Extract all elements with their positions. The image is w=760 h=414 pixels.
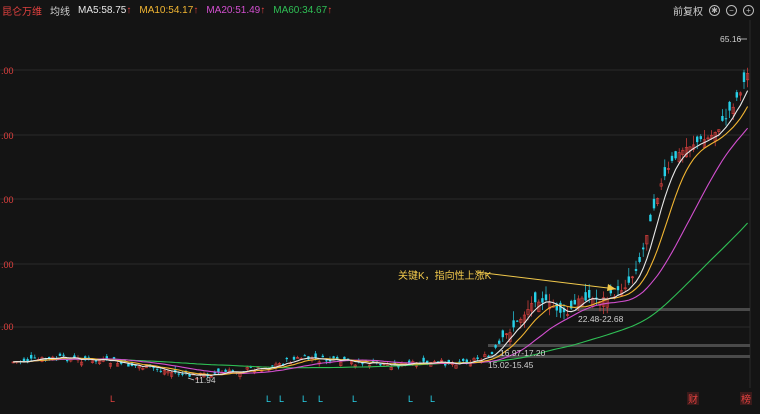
candle-body bbox=[699, 136, 702, 140]
y-axis-ticks: .00 .00 .00 .00 .00 bbox=[1, 66, 14, 332]
low-price-label: 11.94 bbox=[195, 375, 216, 385]
y-tick: .00 bbox=[1, 195, 14, 205]
candle-body bbox=[696, 136, 699, 143]
candle-body bbox=[573, 299, 576, 305]
cai-label: 财 bbox=[688, 393, 698, 406]
candle-body bbox=[271, 365, 274, 367]
candle-body bbox=[444, 363, 447, 366]
candle-body bbox=[649, 214, 652, 222]
candle-body bbox=[501, 330, 504, 338]
candle-body bbox=[588, 290, 591, 298]
candle-body bbox=[379, 363, 382, 366]
zone-label-1: 22.48-22.68 bbox=[578, 314, 624, 324]
candle-body bbox=[609, 290, 612, 294]
candle-body bbox=[652, 198, 656, 209]
candle-body bbox=[674, 151, 677, 159]
candlesticks bbox=[11, 67, 750, 380]
candle-body bbox=[584, 292, 587, 301]
candle-body bbox=[159, 370, 162, 372]
candle-body bbox=[156, 368, 159, 370]
candle-body bbox=[516, 320, 519, 322]
candle-body bbox=[512, 320, 515, 328]
candle-body bbox=[634, 269, 638, 271]
candle-body bbox=[33, 357, 36, 359]
candle-body bbox=[544, 294, 548, 301]
y-tick: .00 bbox=[1, 260, 14, 270]
candle-body bbox=[541, 298, 544, 303]
candle-body bbox=[224, 369, 227, 372]
candle-body bbox=[325, 360, 328, 362]
candle-body bbox=[321, 355, 324, 358]
candle-body bbox=[627, 276, 630, 283]
candle-body bbox=[181, 373, 184, 375]
l-marker[interactable]: L bbox=[279, 394, 284, 404]
candle-body bbox=[728, 101, 731, 111]
candle-body bbox=[177, 373, 180, 375]
candle-body bbox=[534, 292, 537, 303]
candle-body bbox=[397, 366, 400, 368]
ma5-line bbox=[13, 90, 749, 377]
candle-body bbox=[422, 357, 425, 362]
ma10-line bbox=[13, 106, 749, 376]
ma20-line bbox=[13, 127, 749, 374]
candle-body bbox=[721, 115, 724, 121]
candle-body bbox=[490, 352, 494, 355]
bang-label: 榜 bbox=[741, 393, 751, 406]
candle-body bbox=[494, 345, 497, 348]
candle-body bbox=[332, 356, 335, 359]
candle-body bbox=[361, 363, 364, 365]
low-price-leader bbox=[187, 377, 195, 381]
kline-chart[interactable]: .00 .00 .00 .00 .00 65.16 11.94 关键K，指向性上… bbox=[0, 0, 760, 414]
candle-body bbox=[616, 286, 620, 291]
candle-body bbox=[66, 359, 69, 362]
l-marker[interactable]: L bbox=[302, 394, 307, 404]
candle-body bbox=[487, 355, 490, 357]
high-price-label: 65.16 bbox=[720, 34, 742, 44]
candle-body bbox=[638, 257, 641, 262]
candle-body bbox=[724, 118, 728, 120]
l-marker[interactable]: L bbox=[352, 394, 357, 404]
candle-body bbox=[742, 72, 746, 83]
support-zone-1 bbox=[575, 308, 750, 311]
bottom-markers: L L L L L L L L 财 榜 bbox=[110, 392, 752, 406]
candle-body bbox=[30, 354, 33, 359]
l-marker[interactable]: L bbox=[430, 394, 435, 404]
l-marker[interactable]: L bbox=[408, 394, 413, 404]
zone-label-3: 15.02-15.45 bbox=[488, 360, 534, 370]
candle-body bbox=[62, 354, 65, 356]
arrowhead-icon bbox=[607, 284, 616, 291]
candle-body bbox=[476, 357, 479, 360]
candle-body bbox=[303, 355, 306, 357]
y-tick: .00 bbox=[1, 131, 14, 141]
candle-body bbox=[58, 353, 62, 356]
candle-body bbox=[292, 356, 296, 360]
key-candle-note: 关键K，指向性上涨K bbox=[398, 269, 492, 282]
candle-body bbox=[462, 358, 465, 361]
zone-label-2: 16.97-17.20 bbox=[500, 348, 546, 358]
candle-body bbox=[285, 357, 288, 360]
candle-body bbox=[314, 353, 317, 358]
candle-body bbox=[498, 340, 501, 344]
candle-body bbox=[642, 247, 645, 250]
candle-body bbox=[735, 92, 738, 98]
candle-body bbox=[670, 155, 674, 161]
price-grid bbox=[0, 20, 751, 388]
l-marker[interactable]: L bbox=[318, 394, 323, 404]
l-marker[interactable]: L bbox=[266, 394, 271, 404]
candle-body bbox=[94, 360, 98, 362]
candle-body bbox=[559, 302, 562, 313]
y-tick: .00 bbox=[1, 66, 14, 76]
candle-body bbox=[663, 167, 666, 177]
l-marker[interactable]: L bbox=[110, 394, 115, 404]
y-tick: .00 bbox=[1, 322, 14, 332]
